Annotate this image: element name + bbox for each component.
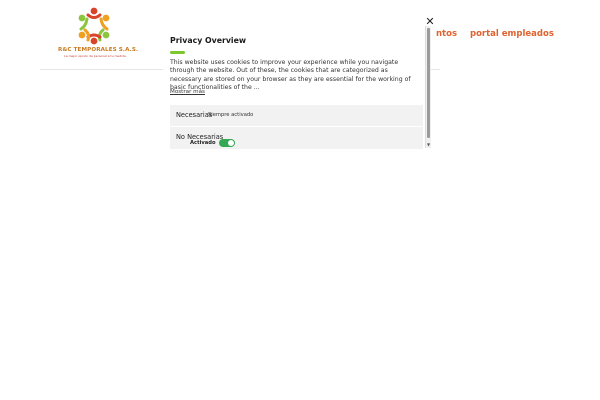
logo-people-ring-icon	[78, 7, 110, 45]
logo-name: R&C TEMPORALES S.A.S.	[58, 47, 139, 53]
logo-tagline: La mejor opción de personal a tu medida	[64, 54, 126, 58]
always-active-status: Siempre activado	[208, 112, 254, 118]
toggle-status-label: Activado	[190, 140, 216, 146]
modal-scrollbar[interactable]: ▼	[425, 26, 431, 148]
privacy-title: Privacy Overview	[170, 36, 247, 45]
close-icon[interactable]: ✕	[424, 16, 436, 28]
category-necessary[interactable]: Necesarias Siempre activado	[170, 105, 423, 126]
site-logo[interactable]: R&C TEMPORALES S.A.S. La mejor opción de…	[58, 6, 139, 60]
title-accent-bar	[170, 51, 185, 54]
nav-item-portal-empleados[interactable]: portal empleados	[470, 29, 554, 39]
category-unnecessary[interactable]: No Necesarias Activado	[170, 127, 423, 149]
scrollbar-thumb[interactable]	[427, 28, 430, 138]
page: R&C TEMPORALES S.A.S. La mejor opción de…	[0, 0, 600, 400]
category-label: Necesarias	[176, 111, 213, 119]
scroll-down-arrow-icon[interactable]: ▼	[426, 142, 431, 148]
toggle-knob	[228, 140, 234, 146]
privacy-description: This website uses cookies to improve you…	[170, 59, 411, 92]
privacy-overview-modal: Privacy Overview This website uses cooki…	[163, 26, 431, 149]
show-more-link[interactable]: Mostrar más	[170, 89, 205, 95]
consent-toggle[interactable]	[219, 139, 235, 147]
nav-item-partial[interactable]: ntos	[436, 29, 457, 39]
